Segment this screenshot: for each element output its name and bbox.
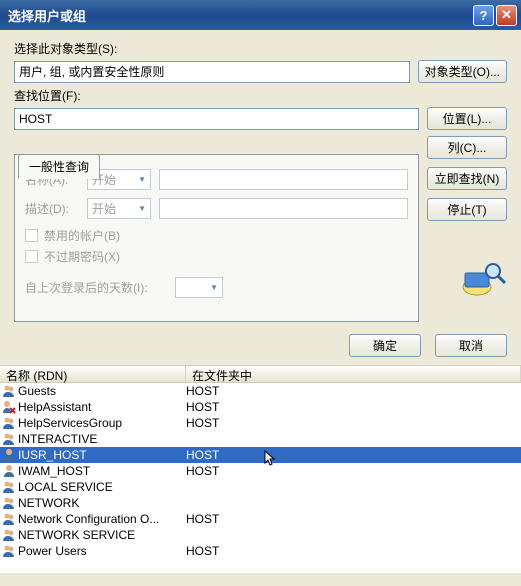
principal-icon <box>2 496 16 510</box>
close-button[interactable]: ✕ <box>496 5 517 26</box>
results-header: 名称 (RDN) 在文件夹中 <box>0 365 521 383</box>
row-name: NETWORK <box>18 496 186 510</box>
days-since-logon-label: 自上次登录后的天数(I): <box>25 279 175 296</box>
disabled-accounts-checkbox[interactable]: 禁用的帐户(B) <box>25 227 408 244</box>
stop-button[interactable]: 停止(T) <box>427 198 507 221</box>
chevron-down-icon: ▼ <box>138 204 146 213</box>
principal-icon <box>2 528 16 542</box>
table-row[interactable]: HelpAssistantHOST <box>0 399 521 415</box>
object-type-label: 选择此对象类型(S): <box>14 40 507 57</box>
table-row[interactable]: Power UsersHOST <box>0 543 521 559</box>
object-types-button[interactable]: 对象类型(O)... <box>418 60 507 83</box>
table-row[interactable]: LOCAL SERVICE <box>0 479 521 495</box>
table-row[interactable]: HelpServicesGroupHOST <box>0 415 521 431</box>
location-field[interactable] <box>14 108 419 130</box>
principal-icon <box>2 480 16 494</box>
row-name: NETWORK SERVICE <box>18 528 186 542</box>
location-label: 查找位置(F): <box>14 87 507 104</box>
results-list[interactable]: GuestsHOSTHelpAssistantHOSTHelpServicesG… <box>0 383 521 573</box>
cancel-button[interactable]: 取消 <box>435 334 507 357</box>
table-row[interactable]: INTERACTIVE <box>0 431 521 447</box>
row-name: INTERACTIVE <box>18 432 186 446</box>
principal-icon <box>2 512 16 526</box>
row-folder: HOST <box>186 416 521 430</box>
row-name: IWAM_HOST <box>18 464 186 478</box>
table-row[interactable]: Network Configuration O...HOST <box>0 511 521 527</box>
principal-icon <box>2 416 16 430</box>
row-name: Power Users <box>18 544 186 558</box>
col-name[interactable]: 名称 (RDN) <box>0 366 186 382</box>
tab-body: 名称(A): 开始▼ 描述(D): 开始▼ 禁用的帐户(B) 不过期密码(X) … <box>14 154 419 322</box>
principal-icon <box>2 544 16 558</box>
object-type-field[interactable] <box>14 61 410 83</box>
row-name: Network Configuration O... <box>18 512 186 526</box>
principal-icon <box>2 432 16 446</box>
table-row[interactable]: IWAM_HOSTHOST <box>0 463 521 479</box>
window-title: 选择用户或组 <box>8 6 86 25</box>
row-folder: HOST <box>186 544 521 558</box>
description-label: 描述(D): <box>25 200 87 217</box>
non-expiring-password-checkbox[interactable]: 不过期密码(X) <box>25 248 408 265</box>
row-folder: HOST <box>186 464 521 478</box>
find-icon <box>459 259 507 299</box>
table-row[interactable]: IUSR_HOSTHOST <box>0 447 521 463</box>
tab-common-queries[interactable]: 一般性查询 <box>18 154 100 179</box>
table-row[interactable]: NETWORK SERVICE <box>0 527 521 543</box>
row-folder: HOST <box>186 512 521 526</box>
principal-icon <box>2 400 16 414</box>
principal-icon <box>2 464 16 478</box>
row-folder: HOST <box>186 384 521 398</box>
chevron-down-icon: ▼ <box>210 283 218 292</box>
description-input[interactable] <box>159 198 408 219</box>
ok-button[interactable]: 确定 <box>349 334 421 357</box>
row-name: LOCAL SERVICE <box>18 480 186 494</box>
help-button[interactable]: ? <box>473 5 494 26</box>
row-folder: HOST <box>186 448 521 462</box>
row-folder: HOST <box>186 400 521 414</box>
table-row[interactable]: GuestsHOST <box>0 383 521 399</box>
principal-icon <box>2 448 16 462</box>
chevron-down-icon: ▼ <box>138 175 146 184</box>
table-row[interactable]: NETWORK <box>0 495 521 511</box>
row-name: IUSR_HOST <box>18 448 186 462</box>
find-now-button[interactable]: 立即查找(N) <box>427 167 507 190</box>
row-name: HelpServicesGroup <box>18 416 186 430</box>
col-folder[interactable]: 在文件夹中 <box>186 366 521 382</box>
description-match-select[interactable]: 开始▼ <box>87 198 151 219</box>
principal-icon <box>2 384 16 398</box>
locations-button[interactable]: 位置(L)... <box>427 107 507 130</box>
name-input[interactable] <box>159 169 408 190</box>
row-name: HelpAssistant <box>18 400 186 414</box>
days-since-logon-select[interactable]: ▼ <box>175 277 223 298</box>
columns-button[interactable]: 列(C)... <box>427 136 507 159</box>
row-name: Guests <box>18 384 186 398</box>
titlebar: 选择用户或组 ? ✕ <box>0 0 521 30</box>
